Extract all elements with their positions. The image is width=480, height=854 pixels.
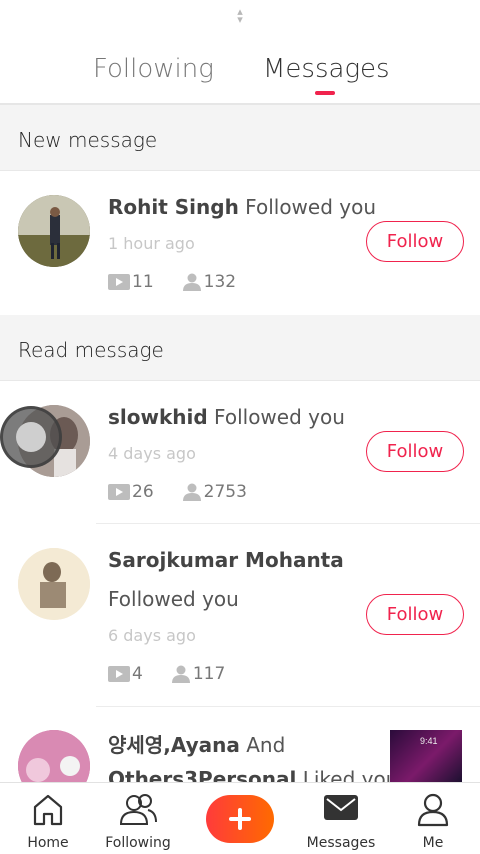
nav-following[interactable]: Following (90, 783, 186, 854)
scroll-handle-icon: ▴ ▾ (237, 6, 243, 26)
message-text: slowkhid Followed you (108, 405, 345, 429)
envelope-icon (324, 795, 358, 820)
add-icon[interactable] (206, 795, 274, 843)
video-icon (108, 274, 130, 290)
user-name[interactable]: Sarojkumar Mohanta (108, 548, 344, 572)
avatar-photo-icon (18, 730, 90, 782)
follower-count: 132 (203, 272, 237, 292)
tab-messages[interactable]: Messages (263, 54, 390, 84)
message-text: Others3Personal Liked your (108, 767, 407, 782)
user-name[interactable]: Others3Personal (108, 767, 296, 782)
user-name[interactable]: slowkhid (108, 405, 208, 429)
nav-label: Me (422, 835, 444, 851)
followers-icon (182, 483, 201, 501)
user-name-line: Sarojkumar Mohanta (108, 548, 344, 572)
thumbnail-time: 9:41 (420, 736, 438, 746)
followers-icon (171, 665, 190, 683)
tab-bar: Following Messages (0, 40, 480, 104)
people-icon (119, 794, 157, 825)
section-title: New message (18, 128, 158, 152)
follow-button[interactable]: Follow (366, 431, 464, 472)
list-item[interactable]: slowkhid Followed you 4 days ago 26 2753… (0, 381, 480, 523)
followers-icon (182, 273, 201, 291)
user-name[interactable]: 양세영, (108, 733, 171, 757)
nav-home[interactable]: Home (0, 783, 96, 854)
nav-me[interactable]: Me (385, 783, 480, 854)
avatar-photo-icon (18, 195, 90, 267)
floating-touch-icon[interactable] (0, 406, 62, 468)
video-count: 26 (132, 482, 154, 502)
avatar[interactable] (18, 730, 90, 782)
video-icon (108, 666, 130, 682)
action-text: Followed you (108, 587, 239, 611)
user-stats: 11 132 (108, 272, 236, 292)
action-line: Followed you (108, 587, 239, 611)
list-item[interactable]: Sarojkumar Mohanta Followed you 6 days a… (0, 524, 480, 706)
user-name[interactable]: Rohit Singh (108, 195, 239, 219)
active-tab-indicator (315, 91, 335, 95)
timestamp: 4 days ago (108, 444, 196, 463)
bottom-nav: Home Following Messages Me (0, 782, 480, 854)
list-item[interactable]: Rohit Singh Followed you 1 hour ago 11 1… (0, 171, 480, 315)
user-stats: 4 117 (108, 664, 225, 684)
avatar[interactable] (18, 548, 90, 620)
video-count: 4 (132, 664, 143, 684)
home-icon (33, 794, 63, 826)
message-text: 양세영,Ayana And (108, 729, 285, 758)
nav-label: Home (27, 835, 69, 851)
user-name[interactable]: Ayana (171, 733, 240, 757)
nav-label: Messages (306, 835, 376, 851)
action-text: Followed you (214, 405, 345, 429)
action-text: Followed you (245, 195, 377, 219)
connector-text: And (239, 733, 286, 757)
avatar[interactable] (18, 195, 90, 267)
nav-messages[interactable]: Messages (293, 783, 389, 854)
follow-button[interactable]: Follow (366, 594, 464, 635)
section-header-new: New message (0, 105, 480, 171)
nav-label: Following (105, 835, 171, 851)
follower-count: 117 (192, 664, 226, 684)
follow-button[interactable]: Follow (366, 221, 464, 262)
section-header-read: Read message (0, 315, 480, 381)
person-icon (417, 793, 449, 827)
video-count: 11 (132, 272, 154, 292)
timestamp: 1 hour ago (108, 234, 195, 253)
user-stats: 26 2753 (108, 482, 247, 502)
tab-following[interactable]: Following (93, 54, 214, 84)
message-text: Rohit Singh Followed you (108, 195, 376, 219)
timestamp: 6 days ago (108, 626, 196, 645)
follower-count: 2753 (203, 482, 247, 502)
video-thumbnail[interactable]: 9:41 (390, 730, 462, 782)
section-title: Read message (18, 338, 164, 362)
video-icon (108, 484, 130, 500)
avatar-photo-icon (18, 548, 90, 620)
